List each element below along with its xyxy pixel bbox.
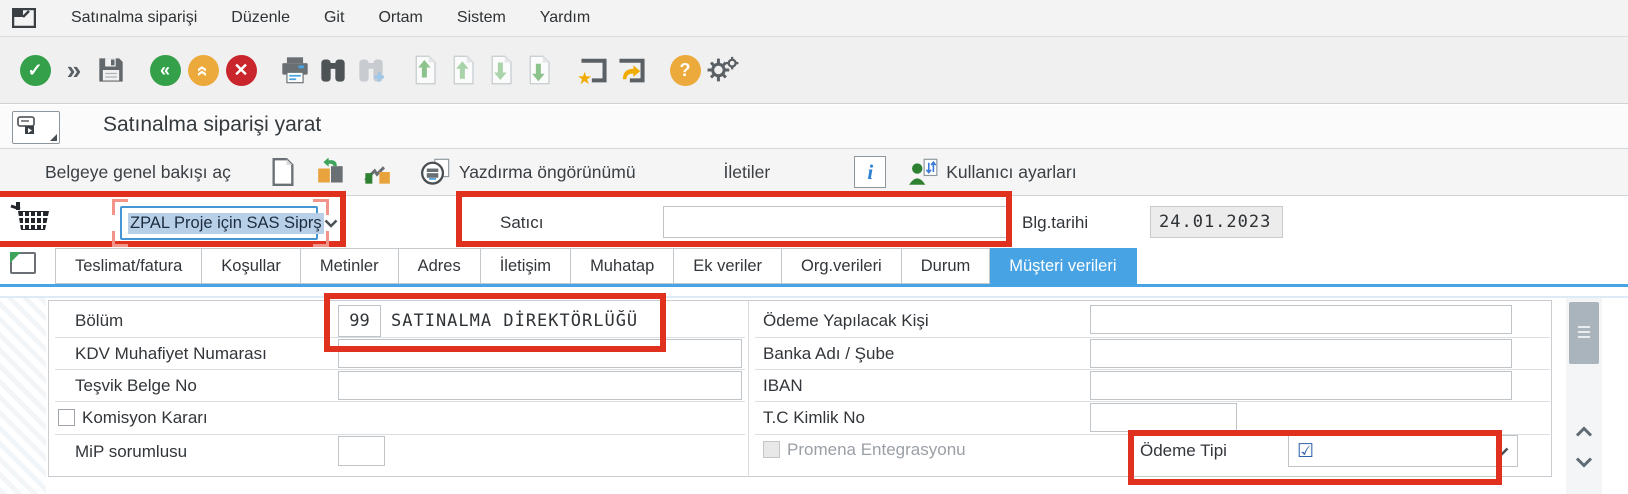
menu-yardim[interactable]: Yardım: [523, 9, 607, 27]
tab-org-verileri[interactable]: Org.verileri: [782, 248, 902, 284]
odeme-tipi-select[interactable]: ☑: [1288, 435, 1518, 467]
more-icon[interactable]: »: [67, 55, 79, 86]
checked-box-icon: ☑: [1297, 442, 1314, 461]
sap-window: Satınalma siparişi Düzenle Git Ortam Sis…: [0, 0, 1628, 494]
print-preview-icon[interactable]: [421, 157, 451, 187]
tesvik-belge-input[interactable]: [338, 371, 742, 400]
kdv-muhafiyet-input[interactable]: [338, 339, 742, 368]
info-icon[interactable]: i: [854, 156, 886, 188]
tc-kimlik-no-input[interactable]: [1090, 403, 1237, 432]
first-page-icon[interactable]: [406, 50, 444, 90]
park-document-icon[interactable]: [363, 159, 391, 185]
menu-bar: Satınalma siparişi Düzenle Git Ortam Sis…: [0, 0, 1628, 37]
menu-duzenle[interactable]: Düzenle: [214, 9, 307, 27]
doc-date-field[interactable]: 24.01.2023: [1150, 206, 1283, 238]
previous-page-icon[interactable]: [444, 50, 482, 90]
customize-layout-icon[interactable]: [704, 50, 742, 90]
scrollbar-thumb[interactable]: [1569, 302, 1599, 364]
help-icon[interactable]: ?: [670, 55, 701, 86]
doc-date-label: Blg.tarihi: [1022, 213, 1088, 233]
document-overview-button[interactable]: Belgeye genel bakışı aç: [45, 162, 231, 183]
application-toolbar: Belgeye genel bakışı aç Yazdırma öngörün…: [0, 149, 1628, 196]
print-preview-button[interactable]: Yazdırma öngörünümü: [459, 162, 636, 183]
left-hatch-pattern: [0, 298, 46, 494]
gui-actions-menu-button[interactable]: [12, 111, 60, 144]
bolum-description: SATINALMA DİREKTÖRLÜĞÜ: [391, 311, 638, 331]
odeme-yapilacak-kisi-input[interactable]: [1090, 305, 1512, 334]
tab-adres[interactable]: Adres: [399, 248, 481, 284]
dropdown-corner-icon: [50, 134, 57, 141]
system-toolbar: ✓ » « « ✕: [0, 37, 1628, 104]
menu-ortam[interactable]: Ortam: [361, 9, 439, 27]
tab-iletisim[interactable]: İletişim: [481, 248, 571, 284]
tab-strip: Teslimat/fatura Koşullar Metinler Adres …: [55, 248, 1137, 284]
user-settings-icon[interactable]: [908, 158, 938, 186]
banka-adi-sube-label: Banka Adı / Şube: [763, 344, 894, 364]
exit-icon[interactable]: «: [188, 55, 219, 86]
title-bar: Satınalma siparişi yarat: [0, 105, 1628, 149]
order-type-select[interactable]: ZPAL Proje için SAS Siprş: [120, 206, 318, 240]
column-divider: [748, 300, 749, 477]
bolum-label: Bölüm: [75, 311, 123, 331]
bolum-code-input[interactable]: [338, 305, 381, 337]
enter-icon[interactable]: ✓: [20, 55, 51, 86]
odeme-tipi-label: Ödeme Tipi: [1140, 441, 1227, 461]
menu-satinalma-siparisi[interactable]: Satınalma siparişi: [54, 9, 214, 27]
mip-sorumlusu-input[interactable]: [338, 436, 385, 466]
next-page-icon[interactable]: [482, 50, 520, 90]
mip-sorumlusu-label: MiP sorumlusu: [75, 442, 187, 462]
create-document-icon[interactable]: [271, 158, 295, 186]
find-next-icon[interactable]: [352, 50, 390, 90]
shopping-cart-icon: [8, 198, 52, 242]
odeme-yapilacak-kisi-label: Ödeme Yapılacak Kişi: [763, 311, 929, 331]
chevron-down-icon: [324, 219, 338, 228]
save-icon[interactable]: [92, 50, 130, 90]
content-top-divider: [0, 296, 1628, 298]
promena-entegrasyonu-label: Promena Entegrasyonu: [787, 440, 966, 460]
expand-header-icon[interactable]: [10, 252, 36, 274]
tc-kimlik-no-label: T.C Kimlik No: [763, 408, 865, 428]
page-title: Satınalma siparişi yarat: [103, 113, 321, 137]
tab-muhatap[interactable]: Muhatap: [571, 248, 674, 284]
vendor-label: Satıcı: [500, 213, 543, 233]
new-session-icon[interactable]: ★: [574, 50, 612, 90]
tab-musteri-verileri[interactable]: Müşteri verileri: [990, 248, 1136, 284]
kdv-muhafiyet-label: KDV Muhafiyet Numarası: [75, 344, 267, 364]
order-type-selected-value: ZPAL Proje için SAS Siprş: [128, 213, 324, 234]
create-shortcut-icon[interactable]: [612, 50, 650, 90]
tab-kosullar[interactable]: Koşullar: [202, 248, 301, 284]
banka-adi-sube-input[interactable]: [1090, 339, 1512, 368]
sap-session-icon[interactable]: [12, 8, 36, 28]
promena-entegrasyonu-checkbox: [763, 441, 780, 458]
find-icon[interactable]: [314, 50, 352, 90]
print-icon[interactable]: [276, 50, 314, 90]
tab-teslimat-fatura[interactable]: Teslimat/fatura: [55, 248, 202, 284]
komisyon-karari-checkbox[interactable]: [58, 409, 75, 426]
hold-document-icon[interactable]: [317, 158, 345, 186]
menu-git[interactable]: Git: [307, 9, 361, 27]
menu-sistem[interactable]: Sistem: [440, 9, 523, 27]
scroll-down-icon[interactable]: [1572, 450, 1596, 474]
iban-input[interactable]: [1090, 371, 1512, 400]
last-page-icon[interactable]: [520, 50, 558, 90]
back-icon[interactable]: «: [150, 55, 181, 86]
vendor-input[interactable]: [663, 206, 1008, 238]
messages-button[interactable]: İletiler: [724, 162, 771, 183]
tesvik-belge-label: Teşvik Belge No: [75, 376, 197, 396]
green-corner-icon: [10, 252, 21, 263]
cancel-icon[interactable]: ✕: [226, 55, 257, 86]
iban-label: IBAN: [763, 376, 803, 396]
active-tab-underline: [0, 284, 1628, 287]
tab-metinler[interactable]: Metinler: [301, 248, 399, 284]
scroll-up-icon[interactable]: [1572, 420, 1596, 444]
chevron-down-icon: [1495, 447, 1509, 456]
komisyon-karari-label: Komisyon Kararı: [82, 408, 208, 428]
user-settings-button[interactable]: Kullanıcı ayarları: [946, 162, 1076, 183]
tab-durum[interactable]: Durum: [902, 248, 991, 284]
tab-ek-veriler[interactable]: Ek veriler: [674, 248, 782, 284]
